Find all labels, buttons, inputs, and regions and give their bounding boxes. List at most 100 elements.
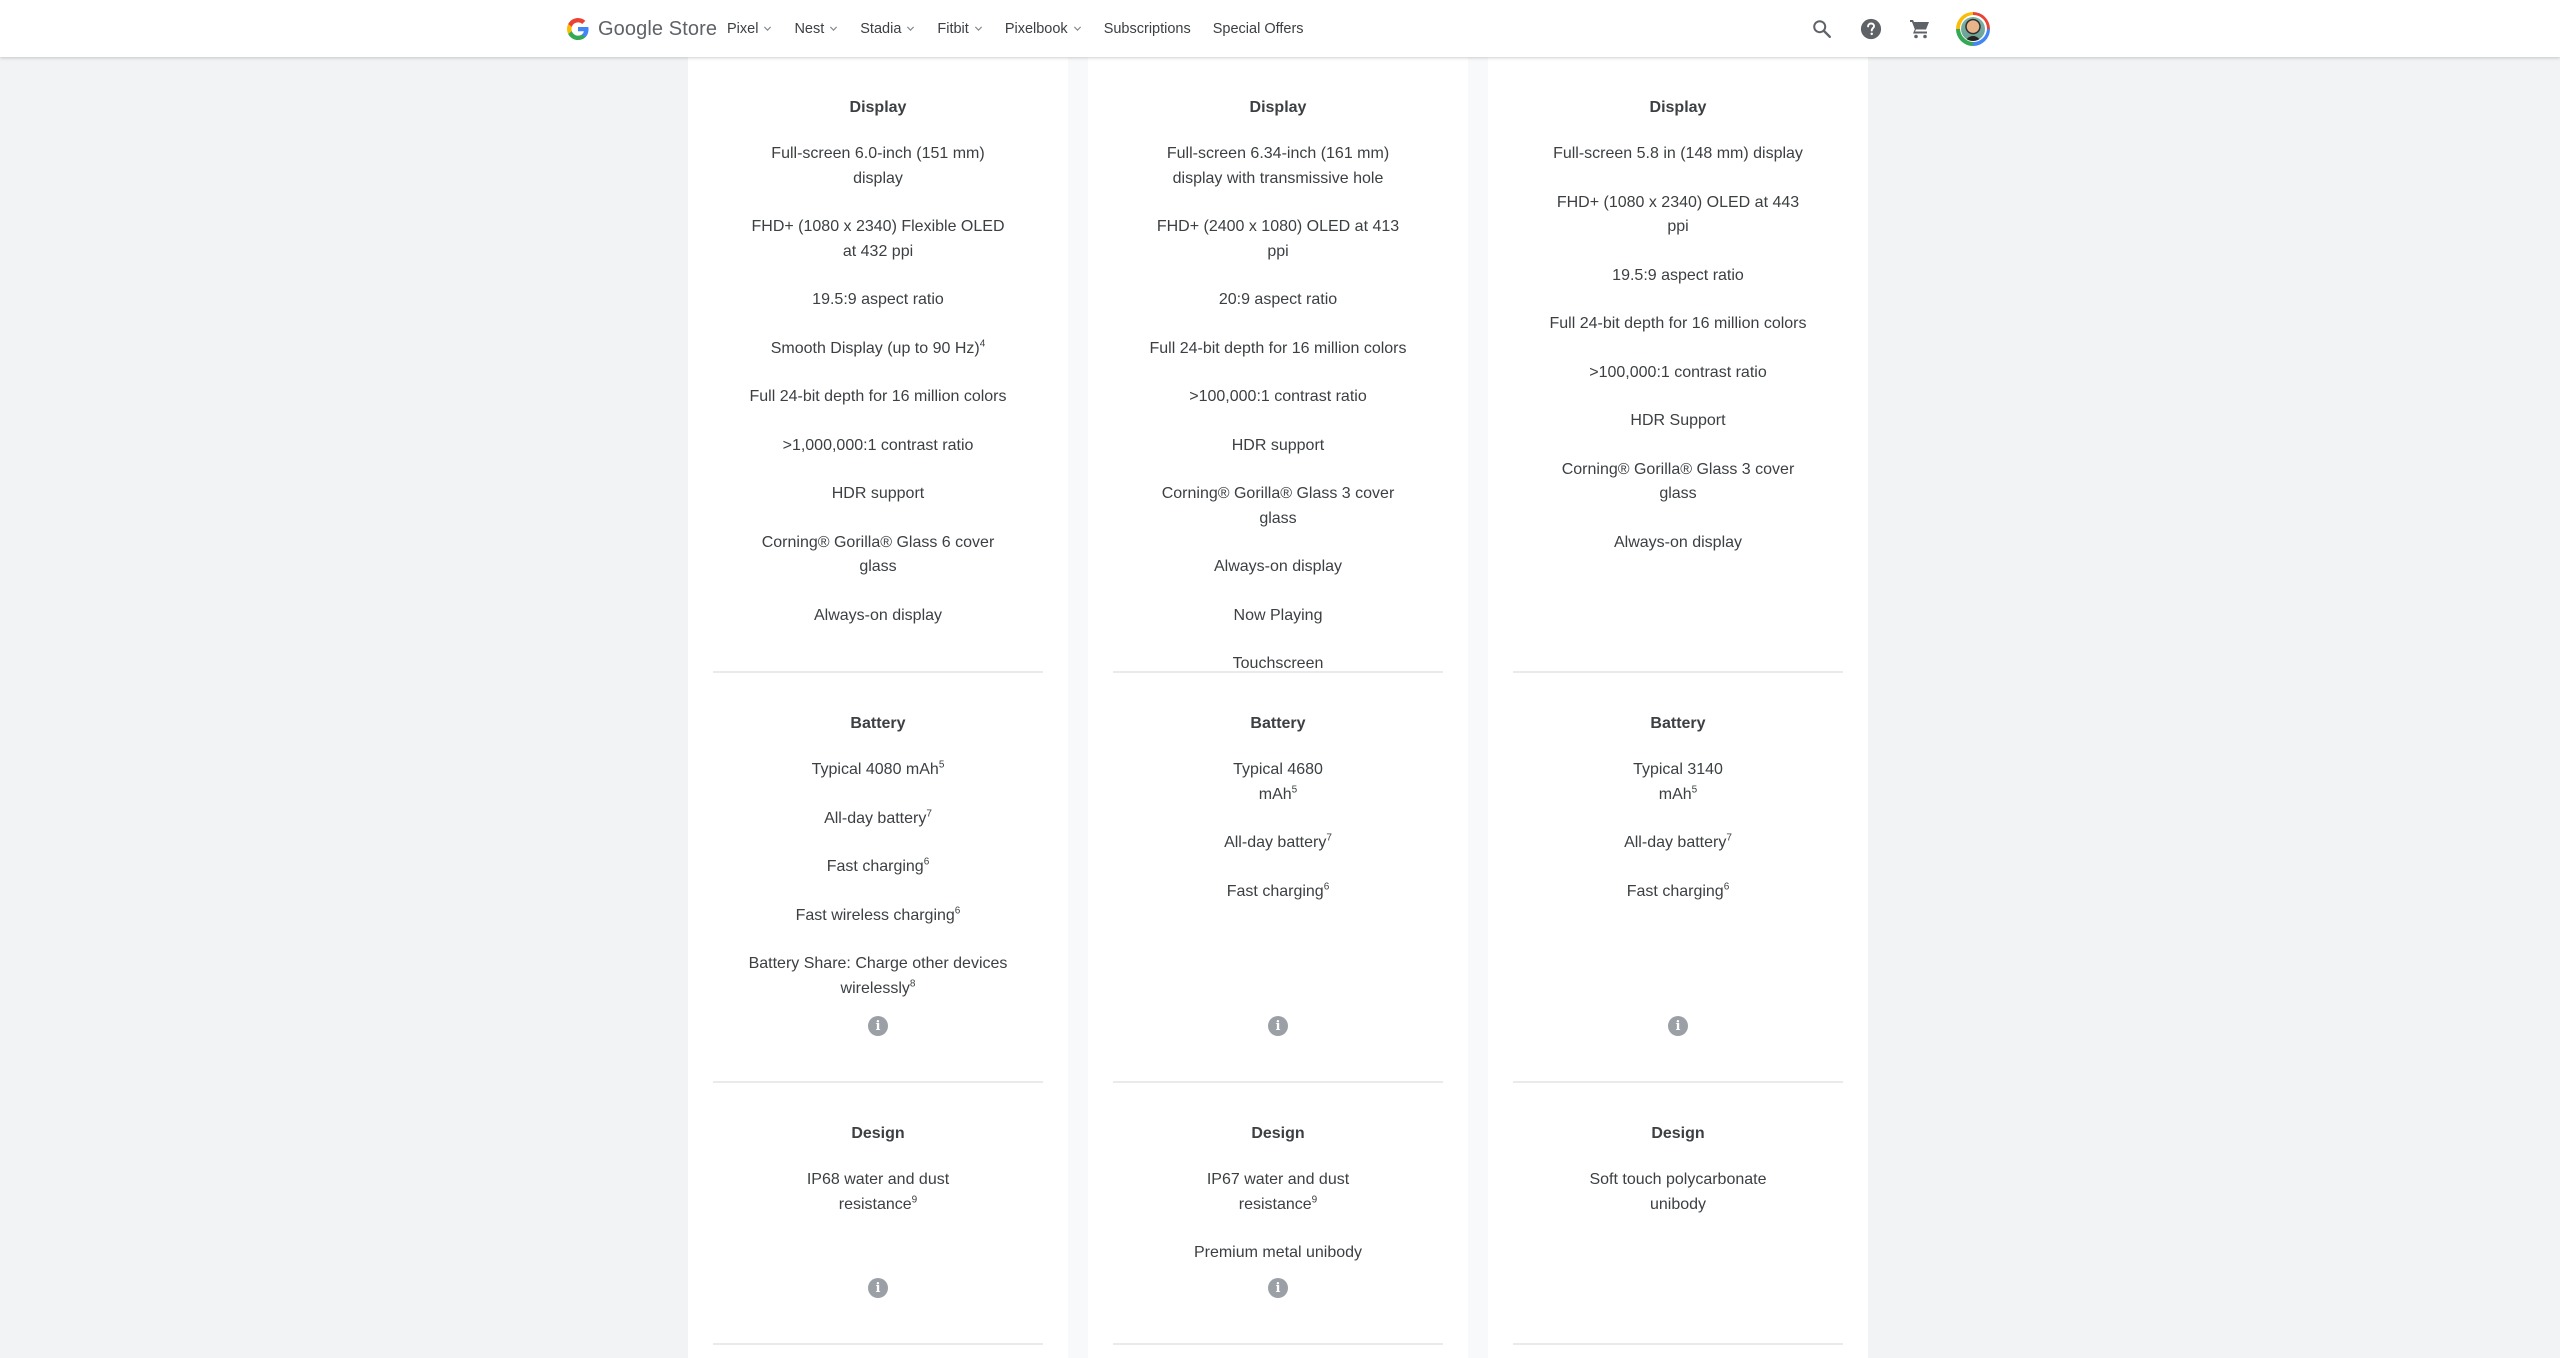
nav-item-subscriptions[interactable]: Subscriptions [1104,21,1191,37]
info-icon: i [875,1018,881,1034]
spec-item: Typical 3140 mAh5 [1603,758,1753,807]
account-avatar[interactable] [1956,11,1990,46]
footnote-ref[interactable]: 7 [1326,833,1332,844]
top-nav-bar: Google Store Pixel Nest Stadia Fitbit Pi… [0,0,2560,57]
info-button[interactable]: i [868,1278,888,1298]
spec-text: >1,000,000:1 contrast ratio [782,436,974,454]
help-icon [1860,18,1882,39]
footnote-ref[interactable]: 6 [955,905,961,916]
display-section: Display Full-screen 6.0-inch (151 mm) di… [713,57,1043,673]
design-section: Design IP68 water and dust resistance9 i [713,1083,1043,1345]
spec-text: Corning® Gorilla® Glass 6 cover glass [761,533,995,576]
spec-text: Full 24-bit depth for 16 million colors [1149,339,1407,357]
spec-text: >100,000:1 contrast ratio [1189,388,1367,405]
spec-text: HDR Support [1630,412,1726,429]
chevron-down-icon [764,26,772,31]
nav-item-special-offers[interactable]: Special Offers [1213,21,1304,37]
footnote-ref[interactable]: 7 [1726,833,1732,844]
spec-item: >100,000:1 contrast ratio [1128,385,1428,410]
nav-item-nest[interactable]: Nest [794,21,838,37]
google-store-logo[interactable]: Google Store [566,14,717,44]
spec-text: Typical 4080 mAh [811,761,939,778]
design-section: Design Soft touch polycarbonate unibody [1513,1083,1843,1345]
footnote-ref[interactable]: 6 [1724,881,1730,892]
info-button[interactable]: i [1668,1016,1688,1036]
chevron-down-icon [974,26,982,31]
section-title: Battery [850,715,906,732]
spec-text: 19.5:9 aspect ratio [812,291,944,308]
spec-item: Soft touch polycarbonate unibody [1548,1168,1808,1217]
info-icon: i [875,1280,881,1296]
spec-item: HDR Support [1528,409,1828,434]
nav-label: Stadia [860,20,902,37]
google-g-icon [567,18,589,40]
cart-button[interactable] [1906,15,1934,43]
spec-text: Always-on display [1613,533,1743,551]
footnote-ref[interactable]: 5 [1292,784,1298,795]
section-title: Display [1649,99,1707,116]
spec-text: Fast charging [1626,882,1724,900]
footnote-ref[interactable]: 6 [1324,881,1330,892]
spec-item: Typical 4680 mAh5 [1203,758,1353,807]
display-section: Display Full-screen 5.8 in (148 mm) disp… [1513,57,1843,673]
spec-text: Premium metal unibody [1193,1244,1363,1261]
search-button[interactable] [1808,15,1836,43]
section-title: Battery [1650,715,1706,732]
spec-text: Typical 4680 mAh [1233,761,1323,803]
spec-item: Full 24-bit depth for 16 million colors [1528,312,1828,337]
footnote-ref[interactable]: 4 [980,338,986,349]
search-icon [1813,19,1831,38]
spec-text: Touchscreen [1232,655,1324,672]
nav-item-stadia[interactable]: Stadia [860,21,915,37]
footnote-ref[interactable]: 9 [912,1194,918,1205]
spec-item: HDR support [728,482,1028,507]
info-icon: i [1275,1018,1281,1034]
help-button[interactable] [1857,15,1885,43]
spec-item: Full 24-bit depth for 16 million colors [728,385,1028,410]
chevron-down-icon [907,26,915,31]
nav-label: Fitbit [937,20,969,37]
spec-text: Full 24-bit depth for 16 million colors [1549,315,1807,332]
spec-item: FHD+ (2400 x 1080) OLED at 413 ppi [1128,215,1428,264]
spec-item: Always-on display [1128,555,1428,580]
spec-item: All-day battery7 [728,807,1028,832]
chevron-down-icon [830,26,838,31]
nav-item-pixelbook[interactable]: Pixelbook [1005,21,1082,37]
spec-column-2: Display Full-screen 6.34-inch (161 mm) d… [1088,57,1468,1358]
footnote-ref[interactable]: 6 [924,857,930,868]
battery-section: Battery Typical 4080 mAh5 All-day battery… [713,673,1043,1083]
spec-item: Fast charging6 [1528,880,1828,905]
spec-text: All-day battery [1224,834,1327,851]
spec-text: FHD+ (1080 x 2340) Flexible OLED at 432 … [751,218,1005,260]
spec-text: Soft touch polycarbonate unibody [1589,1171,1767,1213]
spec-item: >100,000:1 contrast ratio [1528,361,1828,386]
spec-comparison: Display Full-screen 6.0-inch (151 mm) di… [688,57,1868,1358]
footnote-ref[interactable]: 9 [1312,1194,1318,1205]
footnote-ref[interactable]: 5 [939,760,945,771]
nav-item-pixel[interactable]: Pixel [727,21,772,37]
info-button[interactable]: i [868,1016,888,1036]
info-icon: i [1275,1280,1281,1296]
nav-item-fitbit[interactable]: Fitbit [937,21,982,37]
spec-list: Full-screen 6.34-inch (161 mm) display w… [1113,142,1443,701]
main-nav: Pixel Nest Stadia Fitbit Pixelbook Subsc… [727,0,1326,57]
spec-column-3: Display Full-screen 5.8 in (148 mm) disp… [1488,57,1868,1358]
spec-text: Always-on display [813,606,943,624]
footnote-ref[interactable]: 7 [926,808,932,819]
spec-column-1: Display Full-screen 6.0-inch (151 mm) di… [688,57,1068,1358]
info-button[interactable]: i [1268,1278,1288,1298]
spec-item: 20:9 aspect ratio [1128,288,1428,313]
spec-text: Corning® Gorilla® Glass 3 cover glass [1561,460,1795,503]
spec-text: 19.5:9 aspect ratio [1612,266,1744,284]
profile-photo [1961,16,1985,41]
spec-text: IP68 water and dust resistance [806,1171,950,1213]
footnote-ref[interactable]: 8 [910,978,916,989]
spec-item: Smooth Display (up to 90 Hz)4 [728,337,1028,362]
info-button[interactable]: i [1268,1016,1288,1036]
spec-item: Corning® Gorilla® Glass 3 cover glass [1128,482,1428,531]
design-section: Design IP67 water and dust resistance9 Pr… [1113,1083,1443,1345]
section-title: Design [1651,1125,1705,1142]
spec-text: Corning® Gorilla® Glass 3 cover glass [1161,485,1395,527]
spec-item: Fast charging6 [1128,880,1428,905]
footnote-ref[interactable]: 5 [1692,784,1698,795]
